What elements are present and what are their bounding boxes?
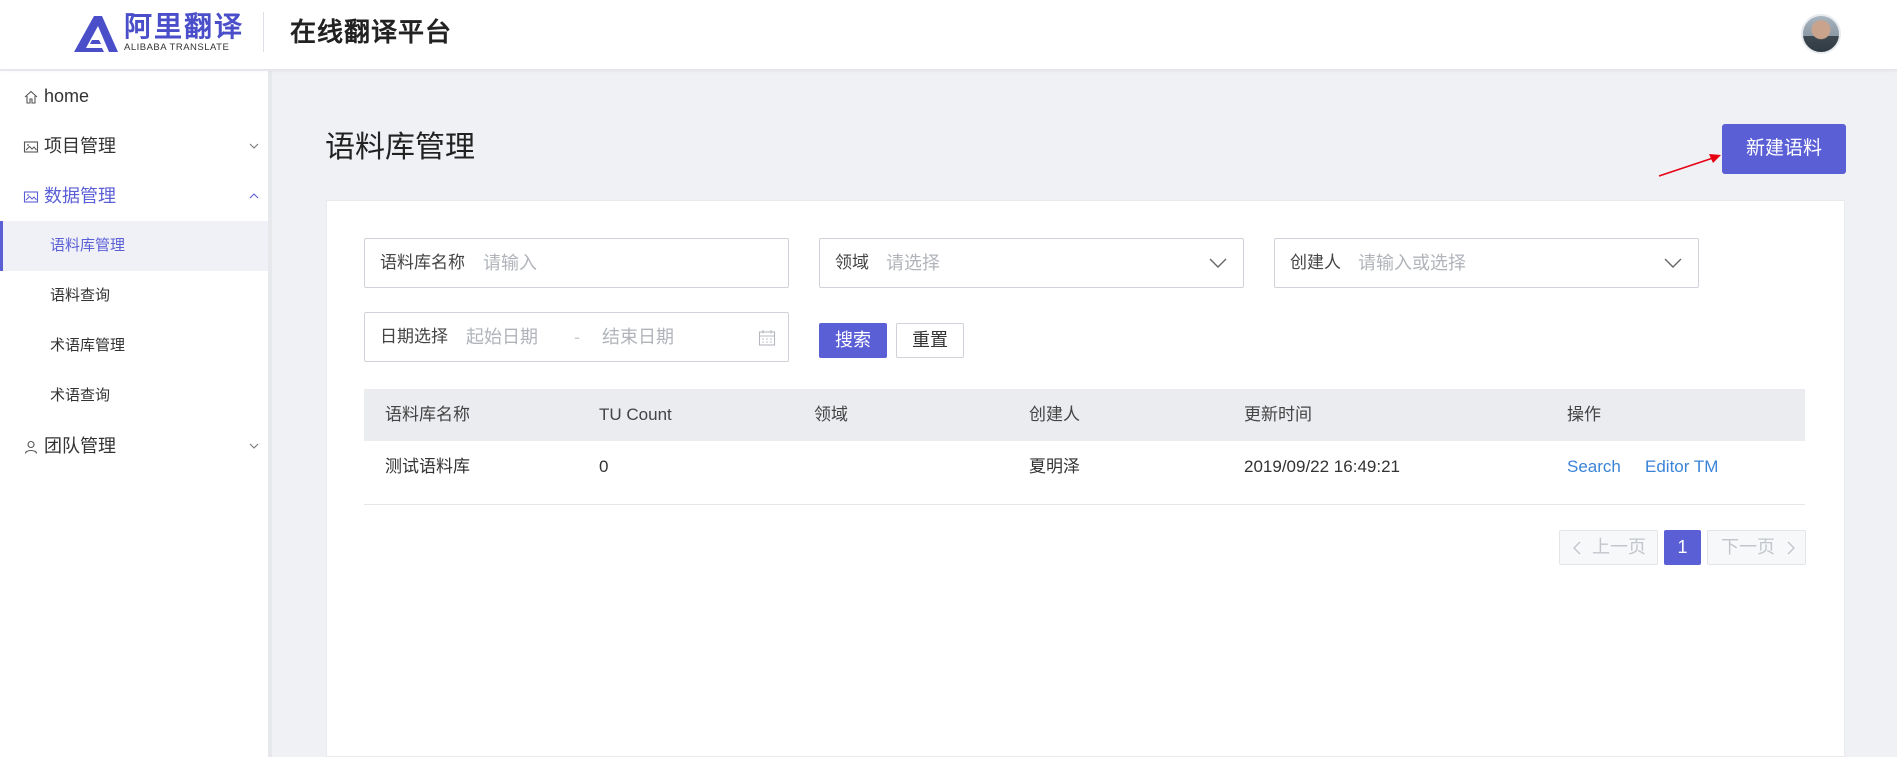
editor-tm-action-link[interactable]: Editor TM — [1645, 441, 1718, 493]
current-page-button[interactable]: 1 — [1664, 530, 1701, 565]
sidebar-subitem-term-query[interactable]: 术语查询 — [0, 371, 268, 421]
page-title: 语料库管理 — [325, 131, 475, 164]
logo-english-text: ALIBABA TRANSLATE — [124, 42, 230, 53]
column-header-domain: 领域 — [814, 405, 848, 424]
prev-page-label: 上一页 — [1592, 537, 1646, 557]
user-avatar[interactable] — [1801, 14, 1841, 54]
sidebar-subitem-label: 语料查询 — [50, 287, 111, 304]
domain-select-placeholder: 请选择 — [886, 253, 940, 273]
sidebar-item-project-management[interactable]: 项目管理 — [0, 121, 268, 171]
alibaba-translate-logo[interactable]: 阿里翻译 ALIBABA TRANSLATE — [72, 12, 244, 54]
sidebar-subitem-label: 术语库管理 — [50, 337, 126, 354]
chevron-down-icon — [1209, 258, 1227, 268]
sidebar-subitem-termbase-management[interactable]: 术语库管理 — [0, 321, 268, 371]
next-page-button[interactable]: 下一页 — [1707, 530, 1806, 565]
sidebar-item-team-management[interactable]: 团队管理 — [0, 421, 268, 471]
creator-input[interactable] — [1358, 239, 1648, 287]
column-header-name: 语料库名称 — [385, 405, 470, 424]
sidebar-subitem-label: 语料库管理 — [50, 237, 126, 254]
prev-page-button[interactable]: 上一页 — [1559, 530, 1658, 565]
sidebar-item-home[interactable]: home — [0, 71, 268, 121]
sidebar-item-label: home — [44, 86, 90, 106]
sidebar-item-label: 项目管理 — [44, 136, 116, 156]
end-date-input[interactable]: 结束日期 — [602, 313, 674, 361]
logo-chinese-text: 阿里翻译 — [124, 10, 245, 43]
date-separator: - — [574, 327, 580, 347]
table-header: 语料库名称 TU Count 领域 创建人 更新时间 操作 — [364, 389, 1805, 441]
domain-filter[interactable]: 领域 请选择 — [819, 238, 1244, 288]
cell-name: 测试语料库 — [385, 457, 470, 476]
next-page-label: 下一页 — [1721, 537, 1775, 557]
sidebar-subitem-corpus-query[interactable]: 语料查询 — [0, 271, 268, 321]
creator-filter[interactable]: 创建人 — [1274, 238, 1699, 288]
corpus-name-input[interactable] — [483, 239, 773, 287]
calendar-icon — [758, 330, 776, 346]
cell-updated: 2019/09/22 16:49:21 — [1244, 457, 1400, 476]
date-range-filter[interactable]: 日期选择 起始日期 - 结束日期 — [364, 312, 789, 362]
column-header-tu-count: TU Count — [599, 405, 672, 424]
chevron-left-icon — [1573, 541, 1581, 555]
corpus-name-label: 语料库名称 — [380, 253, 465, 272]
sidebar-item-data-management[interactable]: 数据管理 — [0, 171, 268, 221]
reset-button[interactable]: 重置 — [896, 323, 964, 358]
chevron-up-icon — [249, 193, 259, 199]
creator-label: 创建人 — [1290, 253, 1341, 272]
column-header-updated: 更新时间 — [1244, 405, 1312, 424]
sidebar-subitem-label: 术语查询 — [50, 387, 111, 404]
annotation-arrow-icon — [1658, 154, 1721, 177]
search-button[interactable]: 搜索 — [819, 323, 887, 358]
chevron-right-icon — [1787, 541, 1795, 555]
new-corpus-button[interactable]: 新建语料 — [1722, 124, 1846, 174]
corpus-name-filter: 语料库名称 — [364, 238, 789, 288]
search-action-link[interactable]: Search — [1567, 441, 1621, 493]
column-header-creator: 创建人 — [1029, 405, 1080, 424]
user-icon — [24, 440, 38, 454]
sidebar-item-label: 数据管理 — [44, 186, 116, 206]
chevron-down-icon — [249, 443, 259, 449]
sidebar-item-label: 团队管理 — [44, 436, 116, 456]
date-label: 日期选择 — [380, 327, 448, 346]
domain-label: 领域 — [835, 253, 869, 272]
home-icon — [24, 90, 38, 104]
sidebar-subitem-corpus-management[interactable]: 语料库管理 — [0, 221, 268, 271]
start-date-input[interactable]: 起始日期 — [466, 313, 538, 361]
image-icon — [23, 191, 39, 203]
sidebar: home 项目管理 数据管理 语料库管理 语料查询 术语库管理 术语查询 团队管… — [0, 71, 272, 757]
cell-tu-count: 0 — [599, 457, 609, 476]
logo-mark-icon — [74, 16, 118, 52]
chevron-down-icon — [1664, 258, 1682, 268]
cell-creator: 夏明泽 — [1029, 457, 1080, 476]
chevron-down-icon — [249, 143, 259, 149]
table-row: 测试语料库 0 夏明泽 2019/09/22 16:49:21 Search E… — [364, 441, 1805, 505]
image-icon — [23, 141, 39, 153]
platform-title: 在线翻译平台 — [290, 17, 453, 47]
top-header: 阿里翻译 ALIBABA TRANSLATE 在线翻译平台 — [0, 0, 1897, 70]
header-divider — [263, 12, 264, 52]
column-header-actions: 操作 — [1567, 405, 1601, 424]
